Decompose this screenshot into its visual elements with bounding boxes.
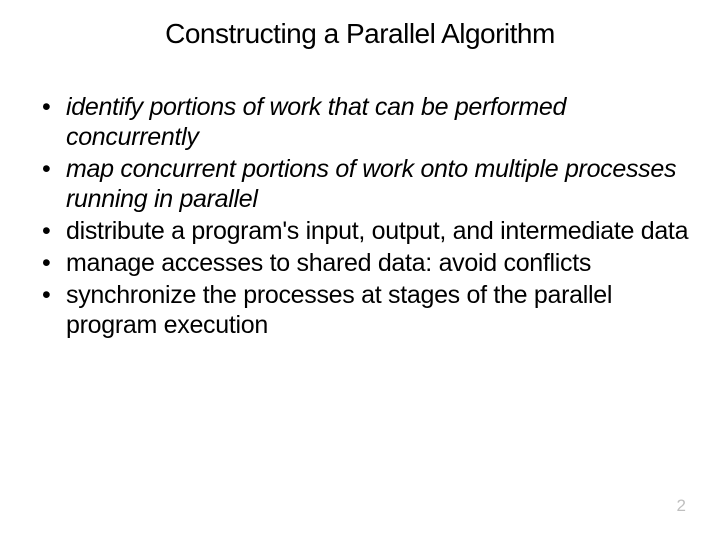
bullet-list: identify portions of work that can be pe… [30, 92, 690, 340]
bullet-text: distribute a program's input, output, an… [66, 217, 688, 245]
list-item: identify portions of work that can be pe… [40, 92, 690, 152]
slide-container: Constructing a Parallel Algorithm identi… [0, 0, 720, 540]
list-item: manage accesses to shared data: avoid co… [40, 248, 690, 278]
bullet-text: map concurrent portions of work onto mul… [66, 155, 676, 213]
bullet-text: synchronize the processes at stages of t… [66, 281, 612, 339]
bullet-text: identify portions of work that can be pe… [66, 93, 566, 151]
slide-title: Constructing a Parallel Algorithm [30, 18, 690, 50]
list-item: distribute a program's input, output, an… [40, 216, 690, 246]
page-number: 2 [677, 496, 686, 516]
bullet-text: manage accesses to shared data: avoid co… [66, 249, 591, 277]
list-item: synchronize the processes at stages of t… [40, 280, 690, 340]
list-item: map concurrent portions of work onto mul… [40, 154, 690, 214]
